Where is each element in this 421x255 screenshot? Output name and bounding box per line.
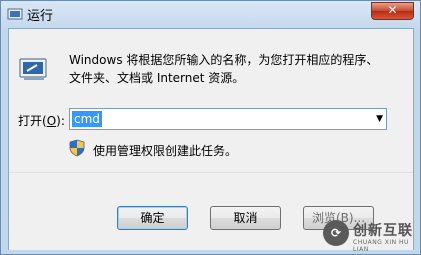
close-icon: ✕ xyxy=(387,3,398,17)
watermark-circle-icon: ⟳ xyxy=(323,220,349,246)
open-label-mnemonic: O xyxy=(46,114,57,128)
open-label-prefix: 打开( xyxy=(18,114,47,128)
open-label-suffix: ): xyxy=(56,114,65,128)
admin-privilege-note: 使用管理权限创建此任务。 xyxy=(93,144,238,158)
run-program-icon xyxy=(19,58,47,80)
watermark-logo: ⟳ 创新互联 CHUANG XIN HU LIAN xyxy=(323,220,421,254)
description-line-1: Windows 将根据您所输入的名称，为您打开相应的程序、 xyxy=(69,53,379,67)
ok-button[interactable]: 确定 xyxy=(117,206,188,230)
watermark-name: 创新互联 xyxy=(353,223,413,239)
dialog-client-area: Windows 将根据您所输入的名称，为您打开相应的程序、 文件夹、文档或 In… xyxy=(8,28,414,250)
dialog-description: Windows 将根据您所输入的名称，为您打开相应的程序、 文件夹、文档或 In… xyxy=(69,51,399,87)
watermark-subtitle: CHUANG XIN HU LIAN xyxy=(353,239,409,253)
open-label: 打开(O): xyxy=(18,112,65,129)
command-combobox[interactable]: cmd ▼ xyxy=(69,108,387,130)
close-button[interactable]: ✕ xyxy=(371,2,414,20)
cancel-button[interactable]: 取消 xyxy=(210,206,281,230)
command-input-value[interactable]: cmd xyxy=(72,111,102,127)
dropdown-arrow-icon[interactable]: ▼ xyxy=(376,112,383,126)
run-app-icon xyxy=(7,8,23,20)
description-line-2: 文件夹、文档或 Internet 资源。 xyxy=(69,71,245,85)
title-bar[interactable]: 运行 ✕ xyxy=(1,1,421,27)
window-title: 运行 xyxy=(27,9,54,24)
run-dialog-window: 运行 ✕ Windows 将根据您所输入的名称，为您打开相应的程序、 文件夹、文… xyxy=(0,0,421,255)
uac-shield-icon xyxy=(69,139,85,157)
